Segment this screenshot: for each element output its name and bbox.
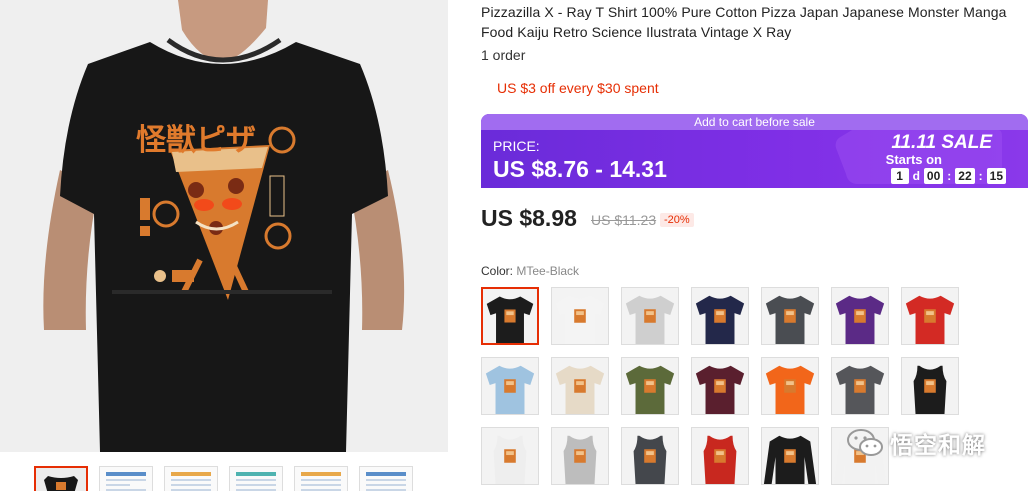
- swatch-thumbnail: [482, 358, 538, 414]
- color-swatch-light-grey-tee[interactable]: [621, 287, 679, 345]
- current-price: US $8.98: [481, 205, 577, 231]
- thumbnail-size-chart-3[interactable]: [229, 466, 283, 491]
- swatch-thumbnail: [762, 288, 818, 344]
- product-info-panel: Pizzazilla X - Ray T Shirt 100% Pure Cot…: [481, 0, 1028, 491]
- color-swatch-charcoal-tank[interactable]: [621, 427, 679, 485]
- color-swatch-orange-tee[interactable]: [761, 357, 819, 415]
- thumbnail-size-chart-5[interactable]: [359, 466, 413, 491]
- color-swatch-white-tee[interactable]: [551, 287, 609, 345]
- swatch-thumbnail: [622, 288, 678, 344]
- sale-banner: Add to cart before sale PRICE: US $8.76 …: [481, 114, 1028, 188]
- color-swatch-charcoal-tee[interactable]: [761, 287, 819, 345]
- countdown-separator: :: [947, 169, 952, 183]
- thumbnail-product-photo[interactable]: [34, 466, 88, 491]
- color-value: MTee-Black: [516, 264, 580, 278]
- swatch-thumbnail: [552, 428, 608, 484]
- swatch-thumbnail: [622, 428, 678, 484]
- product-main-image[interactable]: 怪獣ピザ: [0, 0, 448, 452]
- swatch-thumbnail: [483, 289, 537, 343]
- discount-badge: -20%: [660, 213, 694, 227]
- color-swatch-cream-tee[interactable]: [551, 357, 609, 415]
- swatch-thumbnail: [692, 288, 748, 344]
- thumbnail-strip: [0, 466, 448, 491]
- countdown-days-unit: d: [912, 169, 920, 183]
- color-label: Color:: [481, 264, 514, 278]
- wechat-icon: [847, 429, 883, 456]
- swatch-thumbnail: [762, 358, 818, 414]
- product-title: Pizzazilla X - Ray T Shirt 100% Pure Cot…: [481, 4, 1007, 40]
- swatch-thumbnail: [902, 358, 958, 414]
- color-swatch-black-longsleeve[interactable]: [761, 427, 819, 485]
- order-count: 1 order: [481, 47, 526, 63]
- color-swatch-navy-tee[interactable]: [691, 287, 749, 345]
- watermark: 悟空和解: [846, 426, 986, 460]
- thumbnail-size-chart-2[interactable]: [164, 466, 218, 491]
- swatch-thumbnail: [692, 428, 748, 484]
- color-swatch-black-tank[interactable]: [901, 357, 959, 415]
- swatch-thumbnail: [692, 358, 748, 414]
- swatch-thumbnail: [832, 288, 888, 344]
- swatch-thumbnail: [482, 428, 538, 484]
- sale-price-range: US $8.76 - 14.31: [493, 156, 667, 182]
- print-japanese-text: 怪獣ピザ: [136, 123, 256, 158]
- sale-starts-label: Starts on: [885, 152, 942, 167]
- color-swatch-light-blue-tee[interactable]: [481, 357, 539, 415]
- thumbnail-size-chart-4[interactable]: [294, 466, 348, 491]
- swatch-thumbnail: [832, 358, 888, 414]
- swatch-thumbnail: [552, 288, 608, 344]
- original-price: US $11.23: [591, 212, 657, 228]
- price-label: PRICE:: [493, 138, 540, 154]
- countdown-days: 1: [890, 168, 909, 184]
- color-swatch-maroon-tee[interactable]: [691, 357, 749, 415]
- color-swatch-black-tee[interactable]: [481, 287, 539, 345]
- countdown-separator: :: [978, 169, 983, 183]
- sale-event-name: 11.11 SALE: [891, 132, 992, 153]
- countdown-hours: 00: [923, 168, 944, 184]
- color-swatch-army-green-tee[interactable]: [621, 357, 679, 415]
- color-swatch-red-tee[interactable]: [901, 287, 959, 345]
- coupon-offer[interactable]: US $3 off every $30 spent: [497, 80, 659, 96]
- color-swatch-red-tank[interactable]: [691, 427, 749, 485]
- thumbnail-size-chart-1[interactable]: [99, 466, 153, 491]
- swatch-thumbnail: [902, 288, 958, 344]
- countdown-minutes: 22: [955, 168, 975, 184]
- countdown-seconds: 15: [986, 168, 1006, 184]
- sale-countdown: 1 d 00 : 22 : 15: [890, 168, 1006, 184]
- color-swatch-purple-tee[interactable]: [831, 287, 889, 345]
- swatch-thumbnail: [762, 428, 818, 484]
- watermark-text: 悟空和解: [890, 432, 986, 458]
- color-selector-label: Color: MTee-Black: [481, 264, 579, 278]
- color-swatch-heather-tank[interactable]: [551, 427, 609, 485]
- color-swatch-dark-grey-tee[interactable]: [831, 357, 889, 415]
- color-swatch-white-tank[interactable]: [481, 427, 539, 485]
- tshirt-illustration: 怪獣ピザ: [0, 0, 448, 452]
- swatch-thumbnail: [622, 358, 678, 414]
- swatch-thumbnail: [552, 358, 608, 414]
